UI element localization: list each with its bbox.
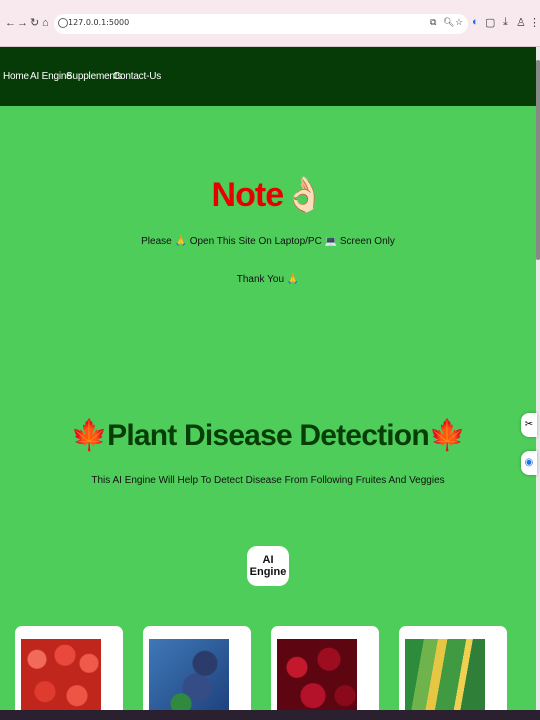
note-thanks: Thank You 🙏 — [236, 274, 300, 285]
assistant-icon[interactable]: ◉ — [521, 451, 537, 475]
nav-home[interactable]: Home — [3, 71, 29, 82]
blueberry-card[interactable] — [143, 626, 251, 720]
taskbar — [0, 710, 540, 720]
detection-subtitle: This AI Engine Will Help To Detect Disea… — [91, 475, 445, 486]
browser-toolbar: ← → ↻ ⌂ 127.0.0.1:5000 ⧉ 🔍︎ ☆ ◐ ▢ ⤓ ♙ ⋮ — [0, 0, 540, 47]
cherry-card[interactable] — [271, 626, 379, 720]
scissors-icon[interactable]: ✂ — [521, 413, 537, 437]
bookmark-star-icon[interactable]: ☆ — [455, 17, 463, 28]
corn-card[interactable] — [399, 626, 507, 720]
corn-image — [405, 639, 485, 720]
address-url[interactable]: 127.0.0.1:5000 — [68, 18, 129, 27]
site-info-icon[interactable] — [58, 18, 68, 28]
menu-dots-icon[interactable]: ⋮ — [529, 16, 540, 29]
forward-icon[interactable]: → — [17, 16, 28, 30]
detection-title: 🍁Plant Disease Detection🍁 — [70, 419, 467, 452]
download-icon[interactable]: ⤓ — [503, 16, 508, 29]
home-icon[interactable]: ⌂ — [42, 16, 49, 30]
zoom-icon[interactable]: 🔍︎ — [443, 17, 454, 28]
install-icon[interactable]: ⧉ — [430, 17, 436, 28]
apples-image — [21, 639, 101, 720]
blueberries-image — [149, 639, 229, 720]
address-bar[interactable]: 127.0.0.1:5000 ⧉ 🔍︎ ☆ — [54, 14, 468, 34]
back-icon[interactable]: ← — [5, 16, 16, 30]
reload-icon[interactable]: ↻ — [30, 16, 39, 30]
extensions-puzzle-icon[interactable]: ▢ — [485, 16, 495, 29]
note-message: Please 🙏 Open This Site On Laptop/PC 💻 S… — [141, 236, 395, 247]
cherries-image — [277, 639, 357, 720]
note-title: Note👌🏻 — [211, 176, 326, 214]
ai-engine-button[interactable]: AI Engine — [247, 546, 289, 586]
site-navbar: Home AI Engine Supplements Contact-Us — [0, 47, 536, 106]
extension-icon[interactable]: ◐ — [472, 16, 479, 28]
scrollbar-thumb[interactable] — [536, 60, 540, 260]
apple-card[interactable] — [15, 626, 123, 720]
nav-contact-us[interactable]: Contact-Us — [113, 71, 161, 82]
profile-icon[interactable]: ♙ — [516, 16, 526, 29]
